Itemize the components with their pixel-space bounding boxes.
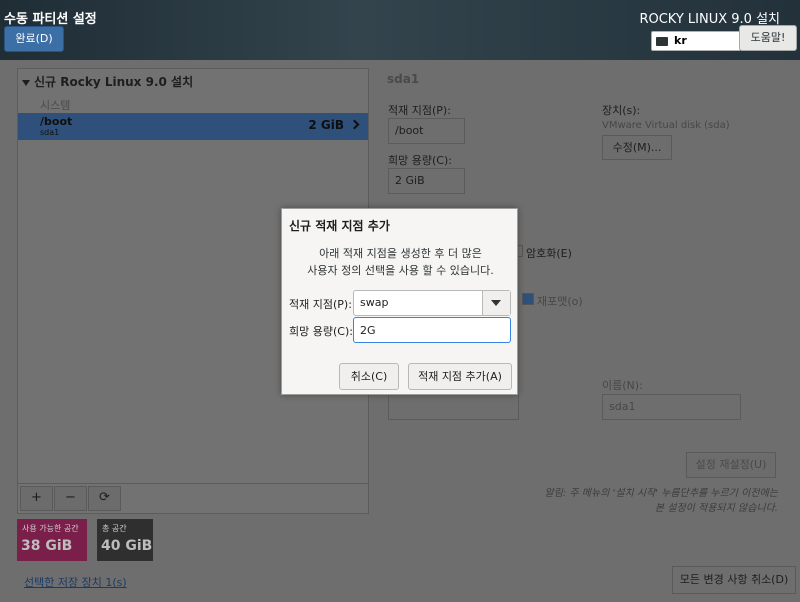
total-space-box: 총 공간 40 GiB [97, 519, 153, 561]
reset-settings-button[interactable]: 설정 재설정(U) [686, 452, 776, 478]
mount-point-toolbar: + − ⟳ [18, 483, 368, 513]
apply-note-line2: 본 설정이 적용되지 않습니다. [654, 503, 778, 514]
reformat-label: 재포맷(o) [537, 295, 583, 308]
keyboard-layout-indicator[interactable]: kr [651, 31, 741, 51]
total-space-value: 40 GiB [101, 538, 153, 554]
apply-note-line1: 알림: 주 메뉴의 '설치 시작' 누름단추를 누르기 이전에는 [544, 488, 778, 499]
dialog-mount-point-label: 적재 지점(P): [289, 298, 352, 311]
dialog-capacity-input[interactable] [353, 317, 511, 343]
refresh-icon[interactable]: ⟳ [88, 486, 121, 511]
mount-point-field[interactable]: /boot [388, 118, 465, 144]
apply-note: 알림: 주 메뉴의 '설치 시작' 누름단추를 누르기 이전에는 본 설정이 적… [544, 486, 778, 516]
install-title: 신규 Rocky Linux 9.0 설치 [34, 75, 194, 89]
available-space-label: 사용 가능한 공간 [22, 524, 79, 533]
top-header: 수동 파티션 설정 완료(D) ROCKY LINUX 9.0 설치 kr 도움… [0, 0, 800, 60]
mount-point-combobox[interactable]: swap [353, 290, 511, 316]
dialog-description-line2: 사용자 정의 선택을 사용 할 수 있습니다. [307, 264, 494, 277]
total-space-label: 총 공간 [102, 524, 127, 533]
add-mount-point-dialog: 신규 적재 지점 추가 아래 적재 지점을 생성한 후 더 많은 사용자 정의 … [281, 208, 518, 395]
dialog-title: 신규 적재 지점 추가 [289, 219, 390, 233]
reformat-checkbox[interactable] [522, 293, 534, 305]
name-field[interactable]: sda1 [602, 394, 741, 420]
caret-down-icon [491, 300, 501, 306]
mount-point-device: sda1 [40, 128, 60, 137]
mount-point-label: 적재 지점(P): [388, 104, 451, 117]
add-mount-point-button[interactable]: + [20, 486, 53, 511]
device-value: VMware Virtual disk (sda) [602, 120, 730, 131]
system-group-label: 시스템 [40, 99, 71, 112]
device-label: 장치(s): [602, 104, 641, 117]
mount-point-size: 2 GiB [308, 118, 344, 132]
remove-mount-point-button[interactable]: − [54, 486, 87, 511]
capacity-field[interactable]: 2 GiB [388, 168, 465, 194]
expander-triangle-icon [22, 79, 30, 86]
encrypt-label: 암호화(E) [526, 247, 572, 260]
name-label: 이름(N): [602, 379, 643, 392]
available-space-box: 사용 가능한 공간 38 GiB [17, 519, 87, 561]
discard-all-changes-button[interactable]: 모든 변경 사항 취소(D) [672, 566, 796, 594]
mount-point-combobox-value: swap [360, 296, 389, 309]
dialog-add-mount-point-button[interactable]: 적재 지점 추가(A) [408, 363, 512, 390]
selected-storage-link[interactable]: 선택한 저장 장치 1(s) [24, 574, 127, 590]
mount-point-name: /boot [40, 115, 73, 128]
page-title: 수동 파티션 설정 [4, 12, 97, 27]
keyboard-layout-label: kr [674, 34, 687, 47]
install-section-header[interactable]: 신규 Rocky Linux 9.0 설치 [22, 73, 193, 90]
dialog-capacity-label: 희망 용량(C): [289, 325, 353, 338]
dialog-description-line1: 아래 적재 지점을 생성한 후 더 많은 [319, 247, 482, 260]
partition-title: sda1 [387, 72, 420, 86]
available-space-value: 38 GiB [21, 538, 73, 554]
capacity-label: 희망 용량(C): [388, 154, 452, 167]
mount-point-dropdown-button[interactable] [482, 291, 510, 315]
chevron-right-icon [349, 119, 360, 130]
done-button[interactable]: 완료(D) [4, 26, 64, 52]
dialog-description: 아래 적재 지점을 생성한 후 더 많은 사용자 정의 선택을 사용 할 수 있… [282, 245, 519, 279]
dialog-cancel-button[interactable]: 취소(C) [339, 363, 399, 390]
help-button[interactable]: 도움말! [739, 25, 797, 51]
mount-point-row-boot[interactable]: /boot sda1 2 GiB [18, 113, 368, 140]
modify-device-button[interactable]: 수정(M)... [602, 135, 672, 160]
keyboard-icon [656, 37, 668, 46]
label-field[interactable] [388, 394, 519, 420]
